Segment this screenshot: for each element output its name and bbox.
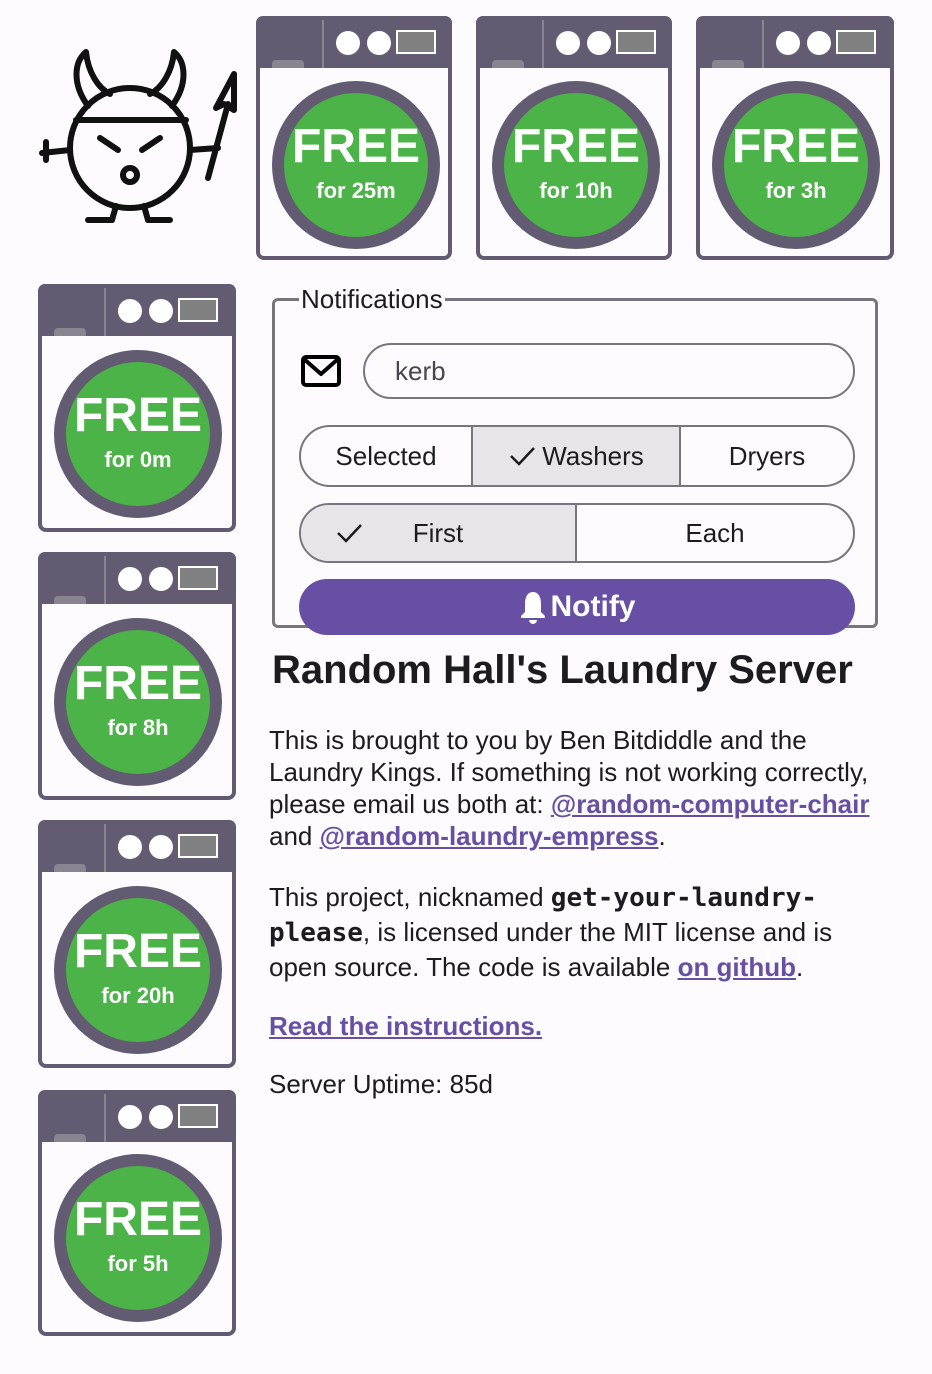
github-link[interactable]: on github: [678, 952, 796, 982]
knob-icon: [149, 835, 173, 859]
machine-card[interactable]: FREE for 0m: [38, 284, 236, 532]
machine-card[interactable]: FREE for 20h: [38, 820, 236, 1068]
license-paragraph: This project, nicknamed get-your-laundry…: [269, 882, 833, 982]
knob-icon: [149, 567, 173, 591]
machine-card[interactable]: FREE for 10h: [476, 16, 672, 260]
display-icon: [178, 834, 218, 858]
notifications-panel: Notifications Selected Washers Dryers Fi…: [272, 284, 878, 635]
knob-icon: [118, 299, 142, 323]
knob-icon: [118, 835, 142, 859]
check-icon: [337, 524, 362, 543]
display-icon: [178, 298, 218, 322]
knob-icon: [807, 31, 831, 55]
display-icon: [396, 30, 436, 54]
page-title: Random Hall's Laundry Server: [272, 648, 853, 692]
machine-status: FREE: [73, 1193, 202, 1246]
knob-icon: [556, 31, 580, 55]
machine-time: for 10h: [539, 178, 613, 203]
machine-time: for 25m: [316, 178, 396, 203]
machine-drum: FREE for 10h: [492, 81, 660, 249]
machine-card[interactable]: FREE for 25m: [256, 16, 452, 260]
machine-control-panel: [38, 1090, 236, 1142]
machine-card[interactable]: FREE for 3h: [696, 16, 894, 260]
knob-icon: [776, 31, 800, 55]
machine-status: FREE: [73, 925, 202, 978]
about-paragraph: This is brought to you by Ben Bitdiddle …: [269, 725, 870, 851]
machine-type-selector: Selected Washers Dryers: [299, 425, 855, 487]
machine-time: for 8h: [107, 715, 169, 740]
option-selected[interactable]: Selected: [301, 427, 473, 485]
machine-control-panel: [476, 16, 672, 68]
machine-drum: FREE for 25m: [272, 81, 440, 249]
instructions-paragraph: Read the instructions.: [269, 1010, 889, 1042]
notify-button[interactable]: Notify: [299, 579, 855, 635]
contact-link-laundry-empress[interactable]: @random-laundry-empress: [320, 821, 659, 851]
machine-drum: FREE for 8h: [54, 618, 222, 786]
check-icon: [510, 447, 536, 466]
machine-card[interactable]: FREE for 5h: [38, 1090, 236, 1336]
mail-icon: [301, 355, 341, 387]
machine-status: FREE: [731, 120, 860, 173]
frequency-selector: First Each: [299, 503, 855, 563]
about-section: Random Hall's Laundry Server This is bro…: [269, 644, 889, 1100]
machine-drum: FREE for 20h: [54, 886, 222, 1054]
display-icon: [178, 566, 218, 590]
knob-icon: [336, 31, 360, 55]
machine-drum: FREE for 3h: [712, 81, 880, 249]
display-icon: [836, 30, 876, 54]
machine-drum: FREE for 0m: [54, 350, 222, 518]
machine-control-panel: [38, 284, 236, 336]
contact-link-computer-chair[interactable]: @random-computer-chair: [551, 789, 870, 819]
option-each[interactable]: Each: [577, 505, 853, 561]
machine-status: FREE: [73, 657, 202, 710]
kerb-input[interactable]: [363, 343, 855, 399]
knob-icon: [118, 567, 142, 591]
knob-icon: [118, 1105, 142, 1129]
knob-icon: [367, 31, 391, 55]
machine-time: for 20h: [101, 983, 175, 1008]
option-washers[interactable]: Washers: [473, 427, 681, 485]
machine-status: FREE: [511, 120, 640, 173]
devil-mascot-icon: [36, 44, 240, 228]
machine-status: FREE: [73, 389, 202, 442]
machine-control-panel: [38, 820, 236, 872]
option-dryers[interactable]: Dryers: [681, 427, 853, 485]
display-icon: [616, 30, 656, 54]
machine-time: for 0m: [104, 447, 172, 472]
knob-icon: [587, 31, 611, 55]
server-uptime: Server Uptime: 85d: [269, 1069, 493, 1099]
instructions-link[interactable]: Read the instructions.: [269, 1011, 542, 1041]
knob-icon: [149, 299, 173, 323]
knob-icon: [149, 1105, 173, 1129]
machine-status: FREE: [291, 120, 420, 173]
option-first[interactable]: First: [301, 505, 577, 561]
machine-time: for 5h: [107, 1251, 169, 1276]
display-icon: [178, 1104, 218, 1128]
machine-drum: FREE for 5h: [54, 1154, 222, 1322]
machine-control-panel: [38, 552, 236, 604]
machine-time: for 3h: [765, 178, 827, 203]
machine-card[interactable]: FREE for 8h: [38, 552, 236, 800]
bell-icon: [520, 592, 545, 624]
notifications-legend: Notifications: [301, 284, 443, 314]
machine-control-panel: [256, 16, 452, 68]
machine-control-panel: [696, 16, 894, 68]
